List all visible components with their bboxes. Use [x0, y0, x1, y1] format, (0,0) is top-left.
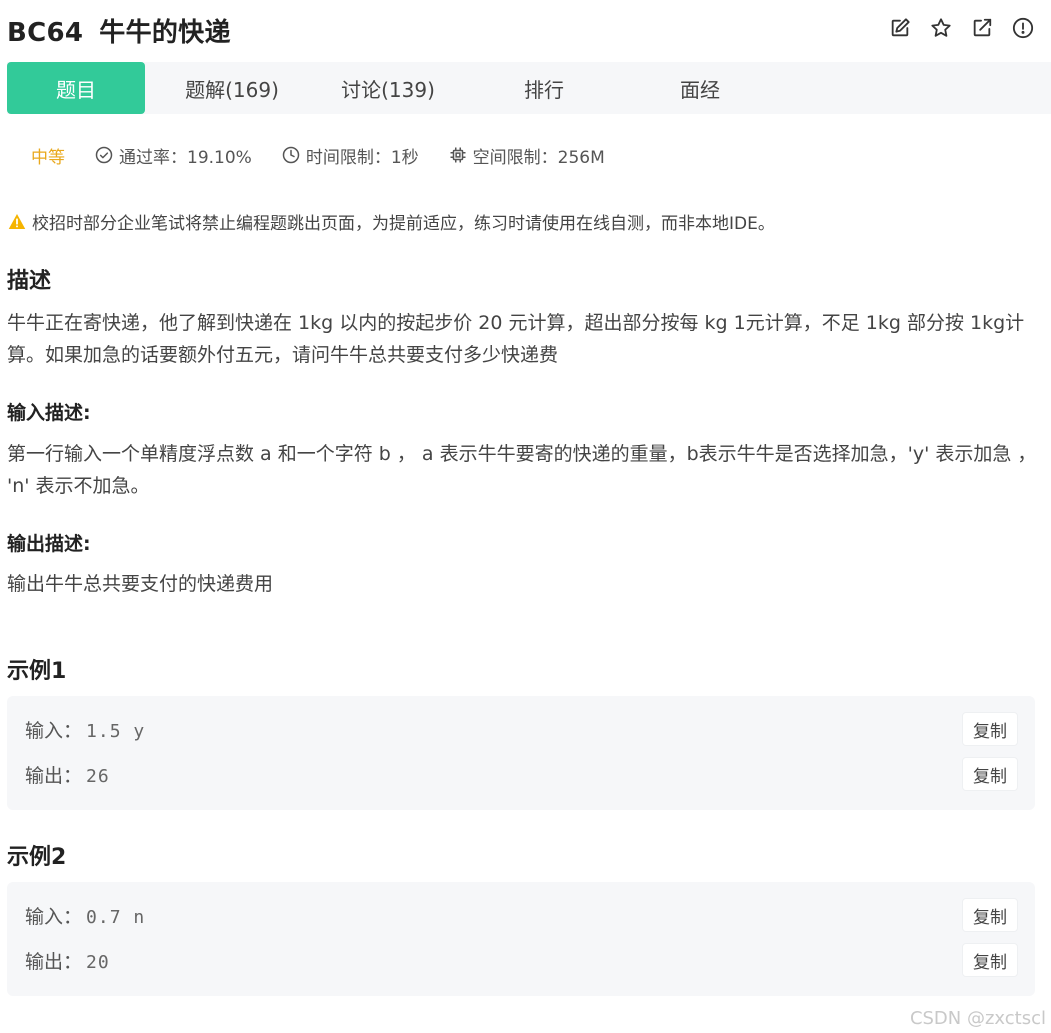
description-text: 牛牛正在寄快递，他了解到快递在 1kg 以内的按起步价 20 元计算，超出部分按… [7, 312, 1025, 366]
copy-output-button[interactable]: 复制 [963, 944, 1017, 976]
example-output: 输出： 26 [25, 761, 110, 788]
example-output-row: 输出： 26 复制 [25, 757, 1017, 791]
example-heading: 示例1 [7, 659, 67, 684]
ide-warning: 校招时部分企业笔试将禁止编程题跳出页面，为提前适应，练习时请使用在线自测，而非本… [8, 209, 775, 234]
watermark: CSDN @zxctscl [909, 1008, 1046, 1029]
output-label: 输出： [25, 950, 83, 973]
example-input-row: 输入： 1.5 y 复制 [25, 712, 1017, 746]
difficulty-badge: 中等 [31, 147, 65, 168]
example-input: 输入： 1.5 y [25, 716, 145, 743]
time-limit: 时间限制：1秒 [282, 143, 419, 168]
header-actions [888, 16, 1035, 40]
space-limit: 空间限制：256M [449, 143, 605, 168]
description-heading: 描述 [7, 269, 52, 294]
input-desc-heading: 输入描述: [7, 402, 91, 424]
chip-icon [450, 147, 466, 163]
output-value[interactable]: 20 [86, 952, 110, 973]
input-desc-text: 第一行输入一个单精度浮点数 a 和一个字符 b ， a 表示牛牛要寄的快递的重量… [7, 443, 1037, 497]
problem-title: BC64 牛牛的快递 [7, 12, 231, 49]
tab-ranking[interactable]: 排行 [457, 62, 631, 114]
example-heading: 示例2 [7, 845, 67, 870]
clock-icon [282, 146, 300, 164]
tab-solutions[interactable]: 题解(169) [145, 62, 319, 114]
pass-rate-text: 通过率：19.10% [119, 147, 252, 168]
warning-text: 校招时部分企业笔试将禁止编程题跳出页面，为提前适应，练习时请使用在线自测，而非本… [32, 214, 775, 234]
input-value[interactable]: 0.7 n [86, 907, 145, 928]
output-desc-text: 输出牛牛总共要支付的快递费用 [7, 573, 274, 595]
edit-icon[interactable] [888, 16, 912, 40]
output-label: 输出： [25, 764, 83, 787]
share-icon[interactable] [970, 16, 994, 40]
copy-output-button[interactable]: 复制 [963, 758, 1017, 790]
tab-interview[interactable]: 面经 [631, 62, 769, 114]
input-value[interactable]: 1.5 y [86, 721, 145, 742]
example-output: 输出： 20 [25, 947, 110, 974]
space-limit-text: 空间限制：256M [472, 147, 605, 168]
output-value[interactable]: 26 [86, 766, 110, 787]
pass-rate: 通过率：19.10% [95, 143, 252, 168]
tab-discussion[interactable]: 讨论(139) [319, 62, 457, 114]
time-limit-text: 时间限制：1秒 [305, 147, 419, 168]
report-icon[interactable] [1011, 16, 1035, 40]
example-output-row: 输出： 20 复制 [25, 943, 1017, 977]
tab-problem[interactable]: 题目 [7, 62, 145, 114]
check-circle-icon [95, 146, 113, 164]
copy-input-button[interactable]: 复制 [963, 899, 1017, 931]
warning-icon [8, 214, 26, 229]
problem-code: BC64 [7, 18, 84, 48]
star-icon[interactable] [929, 16, 953, 40]
input-label: 输入： [25, 719, 83, 742]
output-desc-heading: 输出描述: [7, 533, 91, 555]
example-box: 输入： 1.5 y 复制 输出： 26 复制 [7, 696, 1035, 810]
example-box: 输入： 0.7 n 复制 输出： 20 复制 [7, 882, 1035, 996]
problem-meta: 中等 通过率：19.10% 时间限制：1秒 空间限制：256M [31, 142, 635, 168]
example-input-row: 输入： 0.7 n 复制 [25, 898, 1017, 932]
problem-header: BC64 牛牛的快递 [7, 8, 1047, 50]
example-input: 输入： 0.7 n [25, 902, 145, 929]
problem-tabs: 题目 题解(169) 讨论(139) 排行 面经 [7, 62, 1051, 114]
problem-name: 牛牛的快递 [99, 18, 231, 48]
input-label: 输入： [25, 905, 83, 928]
copy-input-button[interactable]: 复制 [963, 713, 1017, 745]
